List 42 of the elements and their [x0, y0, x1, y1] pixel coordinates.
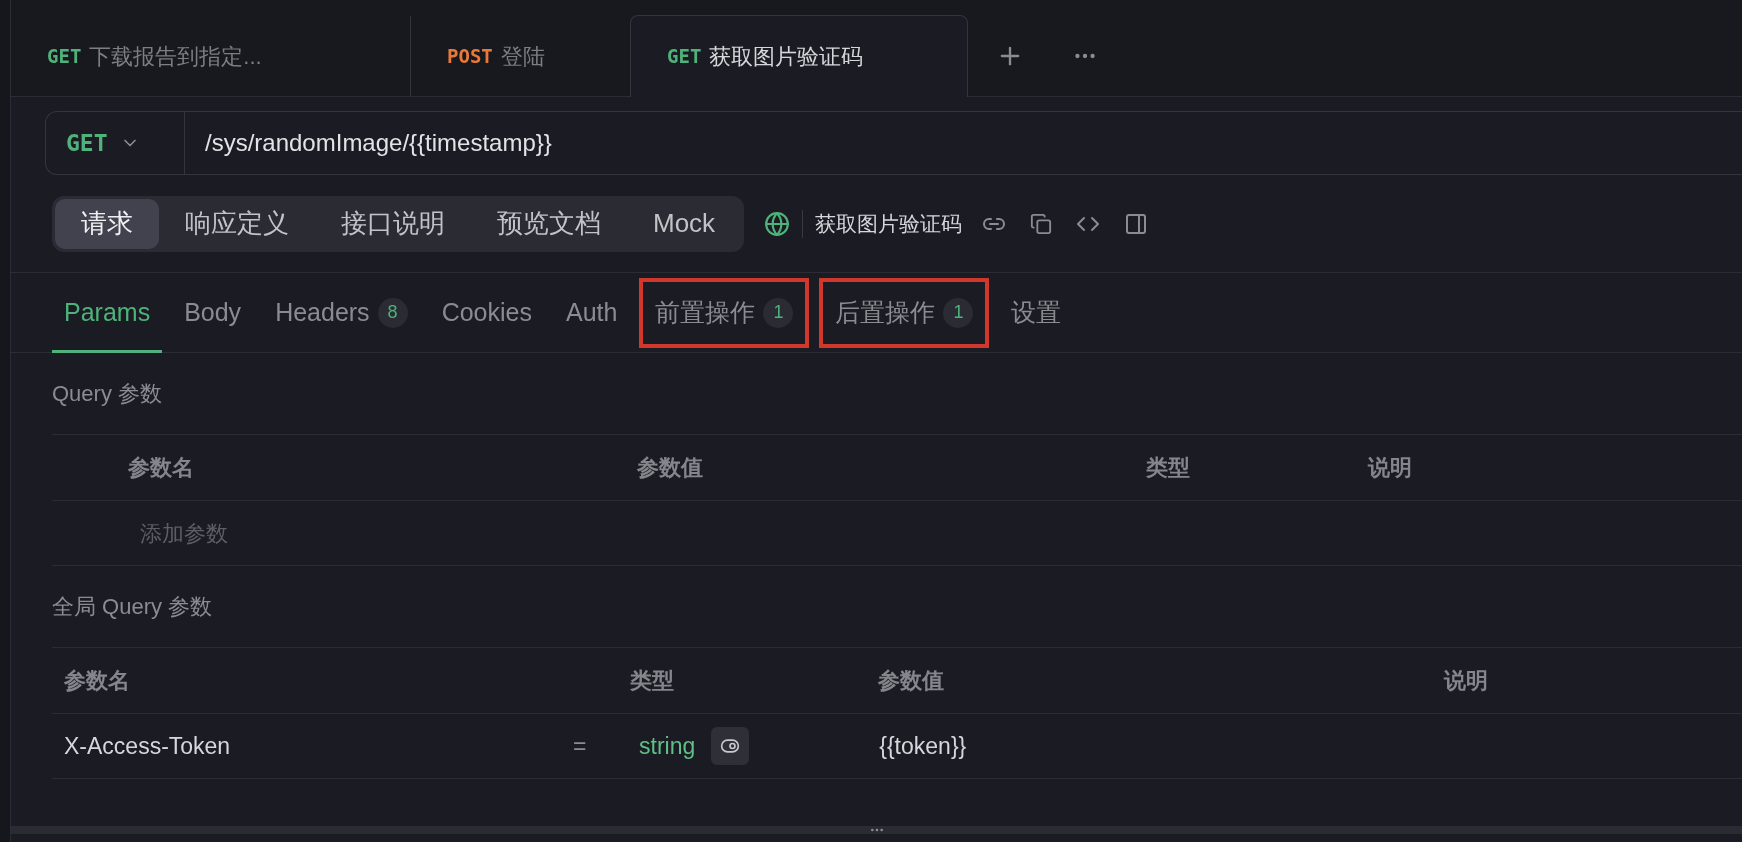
- column-header: 类型: [1146, 454, 1191, 482]
- view-tab[interactable]: 接口说明: [315, 198, 471, 249]
- param-tab[interactable]: Cookies: [429, 280, 544, 345]
- type-cell-text: string: [639, 731, 696, 761]
- column-header: 说明: [1444, 667, 1488, 695]
- request-tab[interactable]: GET 获取图片验证码: [630, 15, 968, 97]
- operator-sign: =: [573, 731, 588, 761]
- request-tab[interactable]: GET 下载报告到指定...: [11, 16, 410, 96]
- count-badge: 1: [943, 297, 974, 328]
- count-badge: 8: [377, 297, 408, 328]
- param-tab[interactable]: 设置: [999, 280, 1074, 345]
- globe-icon[interactable]: [764, 210, 791, 237]
- param-tab[interactable]: Auth: [553, 280, 630, 345]
- count-badge: 1: [763, 297, 794, 328]
- param-tab[interactable]: 后置操作 1: [819, 277, 990, 348]
- type-settings-button[interactable]: [711, 727, 750, 765]
- param-tab[interactable]: Body: [172, 280, 254, 345]
- endpoint-name: 获取图片验证码: [815, 210, 963, 237]
- param-tab[interactable]: 前置操作 1: [639, 277, 810, 348]
- url-text: /sys/randomImage/{{timestamp}}: [204, 128, 552, 158]
- view-tab[interactable]: 响应定义: [159, 198, 315, 249]
- column-header: 参数值: [878, 667, 945, 695]
- param-tab[interactable]: Headers 8: [263, 280, 420, 345]
- column-header: 参数名: [127, 454, 195, 482]
- column-header: 参数名: [63, 667, 131, 695]
- view-tab[interactable]: Mock: [627, 198, 742, 249]
- column-header: 类型: [630, 667, 675, 695]
- resize-handle[interactable]: [11, 826, 1742, 834]
- table-cell-text: {{token}}: [879, 731, 967, 761]
- copy-icon[interactable]: [1030, 212, 1053, 235]
- view-tab[interactable]: 预览文档: [471, 198, 627, 249]
- toggle-icon: [720, 736, 741, 756]
- column-header: 说明: [1368, 454, 1412, 482]
- section-title: Query 参数: [52, 380, 164, 408]
- url-bar[interactable]: GET /sys/randomImage/{{timestamp}}: [45, 111, 1742, 175]
- view-tab[interactable]: 请求: [55, 198, 159, 249]
- method-select[interactable]: GET: [46, 112, 185, 174]
- column-header: 参数值: [637, 454, 704, 482]
- table-cell-text: X-Access-Token: [63, 731, 232, 761]
- panel-icon[interactable]: [1124, 211, 1149, 236]
- param-tab[interactable]: Params: [52, 272, 163, 353]
- section-title: 全局 Query 参数: [52, 593, 214, 621]
